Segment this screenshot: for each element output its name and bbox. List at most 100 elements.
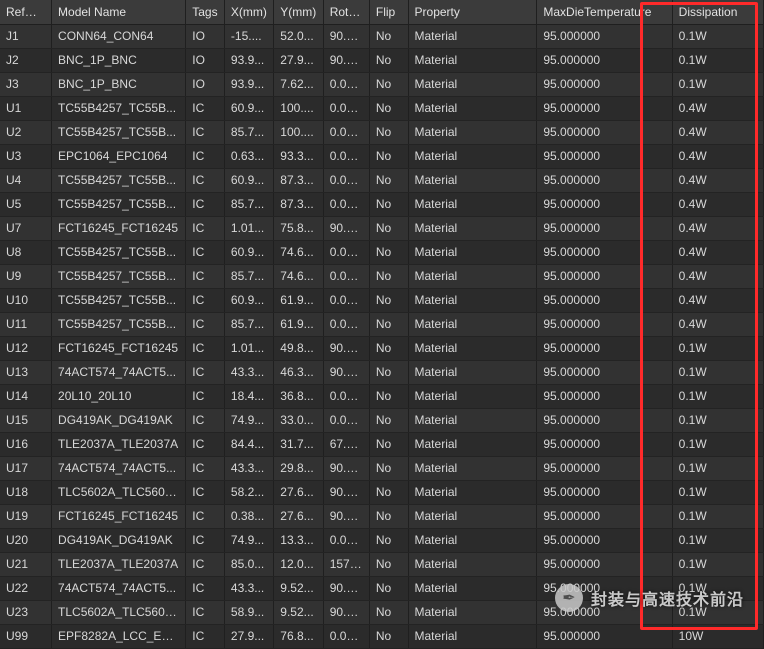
cell-model[interactable]: TC55B4257_TC55B... [52, 288, 186, 312]
table-row[interactable]: J2BNC_1P_BNCIO93.9...27.9...90.0...NoMat… [0, 48, 764, 72]
cell-diss[interactable]: 0.1W [672, 456, 763, 480]
cell-tags[interactable]: IC [186, 480, 225, 504]
cell-flip[interactable]: No [369, 120, 408, 144]
cell-tags[interactable]: IC [186, 408, 225, 432]
cell-flip[interactable]: No [369, 408, 408, 432]
cell-x[interactable]: 0.38... [224, 504, 273, 528]
cell-y[interactable]: 74.6... [274, 240, 323, 264]
cell-model[interactable]: 74ACT574_74ACT5... [52, 456, 186, 480]
cell-diss[interactable]: 0.4W [672, 192, 763, 216]
cell-y[interactable]: 75.8... [274, 216, 323, 240]
cell-rot[interactable]: 0.00... [323, 312, 369, 336]
cell-prop[interactable]: Material [408, 240, 537, 264]
cell-prop[interactable]: Material [408, 360, 537, 384]
cell-model[interactable]: TLC5602A_TLC5602A [52, 480, 186, 504]
cell-max[interactable]: 95.000000 [537, 192, 672, 216]
cell-prop[interactable]: Material [408, 600, 537, 624]
cell-tags[interactable]: IO [186, 48, 225, 72]
cell-flip[interactable]: No [369, 552, 408, 576]
cell-prop[interactable]: Material [408, 384, 537, 408]
table-row[interactable]: U9TC55B4257_TC55B...IC85.7...74.6...0.00… [0, 264, 764, 288]
cell-max[interactable]: 95.000000 [537, 144, 672, 168]
cell-y[interactable]: 93.3... [274, 144, 323, 168]
cell-rot[interactable]: 0.00... [323, 192, 369, 216]
cell-rot[interactable]: 67.7... [323, 432, 369, 456]
cell-rot[interactable]: 0.00... [323, 624, 369, 648]
cell-x[interactable]: 85.7... [224, 120, 273, 144]
col-property[interactable]: Property [408, 0, 537, 24]
cell-x[interactable]: 1.01... [224, 216, 273, 240]
cell-tags[interactable]: IC [186, 552, 225, 576]
cell-max[interactable]: 95.000000 [537, 120, 672, 144]
cell-model[interactable]: TC55B4257_TC55B... [52, 312, 186, 336]
table-row[interactable]: J3BNC_1P_BNCIO93.9...7.62...0.00...NoMat… [0, 72, 764, 96]
cell-max[interactable]: 95.000000 [537, 600, 672, 624]
cell-model[interactable]: TC55B4257_TC55B... [52, 264, 186, 288]
cell-model[interactable]: 20L10_20L10 [52, 384, 186, 408]
table-row[interactable]: U23TLC5602A_TLC5602AIC58.9...9.52...90.0… [0, 600, 764, 624]
cell-max[interactable]: 95.000000 [537, 504, 672, 528]
cell-y[interactable]: 52.0... [274, 24, 323, 48]
table-row[interactable]: U3EPC1064_EPC1064IC0.63...93.3...0.00...… [0, 144, 764, 168]
cell-prop[interactable]: Material [408, 264, 537, 288]
cell-tags[interactable]: IC [186, 240, 225, 264]
cell-rot[interactable]: 90.0... [323, 360, 369, 384]
cell-x[interactable]: 74.9... [224, 408, 273, 432]
cell-rot[interactable]: 90.0... [323, 504, 369, 528]
cell-x[interactable]: 85.0... [224, 552, 273, 576]
cell-diss[interactable]: 0.4W [672, 144, 763, 168]
cell-diss[interactable]: 0.1W [672, 384, 763, 408]
table-row[interactable]: U20DG419AK_DG419AKIC74.9...13.3...0.00..… [0, 528, 764, 552]
cell-diss[interactable]: 0.1W [672, 600, 763, 624]
cell-max[interactable]: 95.000000 [537, 384, 672, 408]
cell-y[interactable]: 61.9... [274, 288, 323, 312]
cell-model[interactable]: EPF8282A_LCC_EPF... [52, 624, 186, 648]
cell-rot[interactable]: 0.00... [323, 384, 369, 408]
cell-tags[interactable]: IC [186, 360, 225, 384]
cell-ref[interactable]: U15 [0, 408, 52, 432]
cell-flip[interactable]: No [369, 96, 408, 120]
cell-y[interactable]: 9.52... [274, 576, 323, 600]
cell-flip[interactable]: No [369, 312, 408, 336]
cell-rot[interactable]: 90.0... [323, 216, 369, 240]
table-row[interactable]: U1TC55B4257_TC55B...IC60.9...100....0.00… [0, 96, 764, 120]
cell-max[interactable]: 95.000000 [537, 240, 672, 264]
cell-model[interactable]: BNC_1P_BNC [52, 48, 186, 72]
cell-model[interactable]: CONN64_CON64 [52, 24, 186, 48]
cell-rot[interactable]: 0.00... [323, 408, 369, 432]
cell-diss[interactable]: 0.1W [672, 336, 763, 360]
col-tags[interactable]: Tags [186, 0, 225, 24]
cell-flip[interactable]: No [369, 360, 408, 384]
table-row[interactable]: U21TLE2037A_TLE2037AIC85.0...12.0...157.… [0, 552, 764, 576]
table-row[interactable]: U16TLE2037A_TLE2037AIC84.4...31.7...67.7… [0, 432, 764, 456]
cell-max[interactable]: 95.000000 [537, 216, 672, 240]
cell-ref[interactable]: J3 [0, 72, 52, 96]
cell-model[interactable]: BNC_1P_BNC [52, 72, 186, 96]
cell-ref[interactable]: U16 [0, 432, 52, 456]
cell-max[interactable]: 95.000000 [537, 336, 672, 360]
component-table[interactable]: RefDes Model Name Tags X(mm) Y(mm) Rotat… [0, 0, 764, 649]
cell-x[interactable]: -15.... [224, 24, 273, 48]
cell-diss[interactable]: 0.4W [672, 312, 763, 336]
cell-diss[interactable]: 0.4W [672, 168, 763, 192]
cell-tags[interactable]: IC [186, 312, 225, 336]
cell-tags[interactable]: IC [186, 192, 225, 216]
cell-y[interactable]: 7.62... [274, 72, 323, 96]
cell-diss[interactable]: 0.1W [672, 504, 763, 528]
cell-tags[interactable]: IO [186, 72, 225, 96]
cell-prop[interactable]: Material [408, 192, 537, 216]
cell-tags[interactable]: IC [186, 120, 225, 144]
table-row[interactable]: U1374ACT574_74ACT5...IC43.3...46.3...90.… [0, 360, 764, 384]
cell-ref[interactable]: J1 [0, 24, 52, 48]
cell-ref[interactable]: U21 [0, 552, 52, 576]
cell-flip[interactable]: No [369, 480, 408, 504]
table-row[interactable]: U5TC55B4257_TC55B...IC85.7...87.3...0.00… [0, 192, 764, 216]
cell-diss[interactable]: 0.1W [672, 72, 763, 96]
cell-model[interactable]: FCT16245_FCT16245 [52, 504, 186, 528]
col-max-die-temp[interactable]: MaxDieTemperature [537, 0, 672, 24]
cell-diss[interactable]: 0.4W [672, 264, 763, 288]
cell-y[interactable]: 46.3... [274, 360, 323, 384]
cell-rot[interactable]: 157.... [323, 552, 369, 576]
cell-flip[interactable]: No [369, 216, 408, 240]
cell-prop[interactable]: Material [408, 312, 537, 336]
